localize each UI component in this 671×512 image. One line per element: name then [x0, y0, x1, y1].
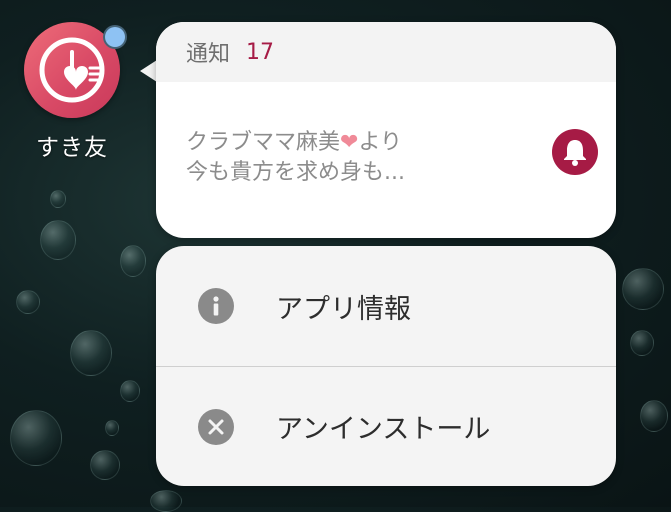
bokeh-bubble	[50, 190, 66, 208]
uninstall-label: アンインストール	[276, 414, 491, 445]
bokeh-bubble	[40, 220, 76, 260]
notification-sender-line: クラブママ麻美❤より	[186, 128, 586, 158]
app-label: すき友	[36, 135, 108, 161]
notification-message: 今も貴方を求め身も...	[186, 160, 405, 185]
notification-card[interactable]: 通知 17 クラブママ麻美❤より 今も貴方を求め身も...	[156, 22, 616, 238]
bokeh-bubble	[120, 380, 140, 402]
info-icon	[198, 288, 234, 324]
bokeh-bubble	[120, 245, 146, 277]
app-actions-menu: アプリ情報 アンインストール	[156, 246, 616, 486]
uninstall-button[interactable]: アンインストール	[156, 366, 616, 486]
bokeh-bubble	[150, 490, 182, 512]
notification-sender-suffix: より	[358, 130, 403, 155]
bokeh-bubble	[622, 268, 664, 310]
bokeh-bubble	[10, 410, 62, 466]
bokeh-bubble	[630, 330, 654, 356]
notification-badge-dot	[103, 25, 127, 49]
bokeh-bubble	[16, 290, 40, 314]
bokeh-bubble	[90, 450, 120, 480]
notification-bell-button[interactable]	[552, 129, 598, 175]
notification-title: 通知	[186, 42, 231, 67]
heart-icon: ❤	[340, 130, 359, 155]
bell-icon	[564, 140, 586, 166]
notification-body[interactable]: クラブママ麻美❤より 今も貴方を求め身も...	[156, 82, 616, 188]
close-icon	[198, 408, 234, 445]
app-info-label: アプリ情報	[276, 293, 411, 325]
app-info-button[interactable]: アプリ情報	[156, 246, 616, 366]
popup-pointer	[140, 60, 157, 82]
notification-header: 通知 17	[156, 22, 616, 82]
bokeh-bubble	[105, 420, 119, 436]
notification-sender: クラブママ麻美	[186, 130, 341, 155]
bokeh-bubble	[640, 400, 668, 432]
bokeh-bubble	[70, 330, 112, 376]
notification-count: 17	[246, 39, 275, 65]
